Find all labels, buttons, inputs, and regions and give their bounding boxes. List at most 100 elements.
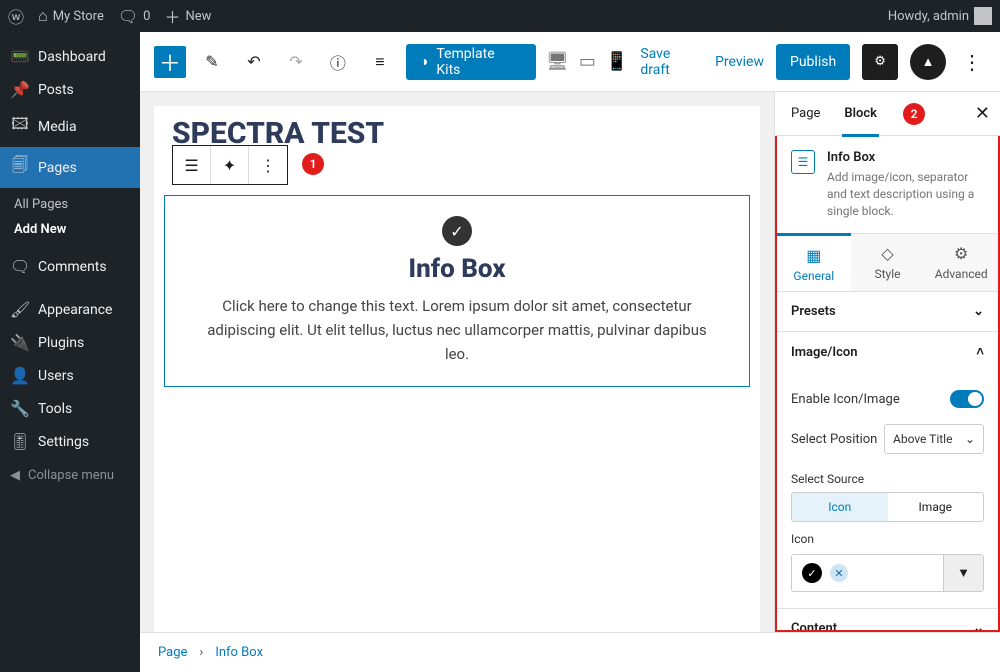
pages-icon: 🗐 [10, 154, 30, 181]
triangle-down-icon: ▼ [957, 565, 970, 581]
menu-tools[interactable]: 🔧Tools [0, 392, 140, 425]
section-presets-toggle[interactable]: Presets⌄ [777, 292, 998, 331]
section-image-icon: Image/Icon˄ Enable Icon/Image Select Pos… [777, 332, 998, 609]
kits-icon: ◑ [420, 53, 428, 70]
position-select[interactable]: Above Title⌄ [884, 424, 984, 454]
infobox-heading[interactable]: Info Box [195, 254, 719, 284]
breadcrumb-separator: › [199, 645, 203, 660]
admin-sidebar: 📟Dashboard 📌Posts 🖾Media 🗐Pages All Page… [0, 32, 140, 672]
infobox-block[interactable]: ✓ Info Box Click here to change this tex… [164, 195, 750, 387]
menu-users[interactable]: 👤Users [0, 359, 140, 392]
site-link[interactable]: ⌂My Store [38, 6, 104, 26]
desktop-icon[interactable]: 🖥 [546, 51, 569, 72]
tab-page[interactable]: Page [789, 92, 822, 136]
comment-icon: 🗨 [10, 257, 30, 276]
menu-dashboard[interactable]: 📟Dashboard [0, 40, 140, 73]
settings-panel: Page Block 2 ✕ ☰ Info Box Add image/icon… [774, 92, 1000, 632]
style-icon: ◇ [851, 244, 925, 263]
editor-canvas-wrap: SPECTRA TEST ☰ ✦ ⋮ 1 ✓ Info Box Click he… [140, 92, 774, 632]
advanced-icon: ⚙ [924, 244, 998, 263]
user-icon: 👤 [10, 366, 30, 385]
tablet-icon[interactable]: ▭ [579, 51, 596, 72]
brush-icon: 🖌 [10, 300, 30, 319]
icon-picker-dropdown[interactable]: ▼ [943, 555, 983, 591]
close-settings-button[interactable]: ✕ [975, 103, 990, 124]
preview-link[interactable]: Preview [715, 54, 764, 70]
wrench-icon: 🔧 [10, 399, 30, 418]
enable-icon-toggle[interactable] [950, 390, 984, 408]
mobile-icon[interactable]: 📱 [606, 51, 628, 72]
ctl-tab-general[interactable]: ▦General [777, 233, 851, 291]
info-button[interactable]: ⓘ [322, 46, 354, 78]
annotation-2: 2 [903, 103, 925, 125]
astra-icon: ▲ [922, 54, 935, 70]
avatar [974, 7, 992, 25]
redo-button[interactable]: ↷ [280, 46, 312, 78]
menu-settings[interactable]: 🎚Settings [0, 425, 140, 458]
icon-picker: ✓ ✕ ▼ [791, 554, 984, 592]
astra-button[interactable]: ▲ [910, 44, 946, 80]
section-content-toggle[interactable]: Content⌄ [777, 609, 998, 632]
block-more-button[interactable]: ⋮ [249, 146, 287, 184]
source-segmented: Icon Image [791, 492, 984, 522]
menu-plugins[interactable]: 🔌Plugins [0, 326, 140, 359]
section-image-icon-toggle[interactable]: Image/Icon˄ [777, 332, 998, 372]
more-menu[interactable]: ⋮ [958, 50, 986, 74]
ctl-tab-style[interactable]: ◇Style [851, 234, 925, 291]
annotation-1: 1 [302, 153, 324, 175]
source-image-option[interactable]: Image [888, 493, 984, 521]
block-toolbar: ☰ ✦ ⋮ [172, 145, 288, 185]
undo-button[interactable]: ↶ [238, 46, 270, 78]
menu-pages[interactable]: 🗐Pages [0, 147, 140, 188]
submenu-add-new[interactable]: Add New [14, 217, 140, 242]
source-label: Select Source [791, 472, 984, 486]
wp-logo[interactable]: ⓦ [8, 4, 24, 28]
block-type-button[interactable]: ☰ [173, 146, 211, 184]
infobox-block-icon: ☰ [791, 150, 815, 174]
source-icon-option[interactable]: Icon [792, 493, 888, 521]
sliders-icon: 🎚 [10, 432, 30, 451]
menu-pages-submenu: All Pages Add New [0, 188, 140, 250]
clear-icon-button[interactable]: ✕ [830, 564, 848, 582]
save-draft-link[interactable]: Save draft [640, 46, 703, 78]
collapse-menu[interactable]: ◀Collapse menu [0, 458, 140, 493]
block-identity: ☰ Info Box Add image/icon, separator and… [777, 136, 998, 234]
chevron-down-icon: ⌄ [973, 621, 984, 632]
block-style-button[interactable]: ✦ [211, 146, 249, 184]
breadcrumb-leaf[interactable]: Info Box [215, 645, 263, 660]
editor: ＋ ✎ ↶ ↷ ⓘ ≡ ◑Template Kits 🖥 ▭ 📱 Save dr… [140, 32, 1000, 672]
infobox-description[interactable]: Click here to change this text. Lorem ip… [195, 294, 719, 366]
comments-link[interactable]: 🗨0 [118, 7, 151, 26]
menu-posts[interactable]: 📌Posts [0, 73, 140, 106]
section-presets: Presets⌄ [777, 292, 998, 332]
publish-button[interactable]: Publish [776, 44, 850, 80]
tab-block[interactable]: Block [842, 92, 879, 136]
chevron-down-icon: ⌄ [965, 432, 975, 446]
menu-appearance[interactable]: 🖌Appearance [0, 293, 140, 326]
howdy-link[interactable]: Howdy, admin [888, 7, 992, 25]
section-content: Content⌄ [777, 609, 998, 632]
selected-icon-preview: ✓ [802, 563, 822, 583]
ctl-tab-advanced[interactable]: ⚙Advanced [924, 234, 998, 291]
block-description: Add image/icon, separator and text descr… [827, 169, 984, 219]
edit-mode-button[interactable]: ✎ [196, 46, 228, 78]
outline-button[interactable]: ≡ [364, 46, 396, 78]
submenu-all-pages[interactable]: All Pages [14, 192, 140, 217]
device-switcher: 🖥 ▭ 📱 [546, 51, 628, 72]
general-icon: ▦ [777, 246, 851, 265]
new-link[interactable]: ＋New [164, 4, 211, 28]
add-block-button[interactable]: ＋ [154, 46, 186, 78]
menu-comments[interactable]: 🗨Comments [0, 250, 140, 283]
dashboard-icon: 📟 [10, 47, 30, 66]
gear-icon: ⚙ [874, 54, 886, 69]
template-kits-button[interactable]: ◑Template Kits [406, 44, 536, 80]
block-name: Info Box [827, 150, 984, 165]
breadcrumb-root[interactable]: Page [158, 645, 187, 660]
position-label: Select Position [791, 432, 877, 447]
plug-icon: 🔌 [10, 333, 30, 352]
settings-gear-button[interactable]: ⚙ [862, 44, 898, 80]
menu-media[interactable]: 🖾Media [0, 106, 140, 147]
editor-canvas[interactable]: SPECTRA TEST ☰ ✦ ⋮ 1 ✓ Info Box Click he… [154, 106, 760, 632]
admin-bar: ⓦ ⌂My Store 🗨0 ＋New Howdy, admin [0, 0, 1000, 32]
editor-toolbar: ＋ ✎ ↶ ↷ ⓘ ≡ ◑Template Kits 🖥 ▭ 📱 Save dr… [140, 32, 1000, 92]
